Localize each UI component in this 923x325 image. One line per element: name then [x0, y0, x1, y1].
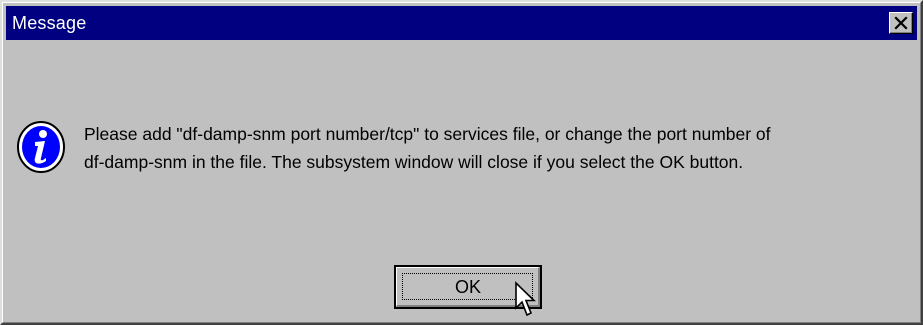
close-button[interactable] — [889, 12, 913, 34]
message-line-2: df-damp-snm in the file. The subsystem w… — [84, 152, 744, 172]
close-icon — [894, 16, 908, 30]
message-dialog: Message Please add "df-damp-snm port num… — [0, 0, 923, 325]
window-title: Message — [12, 12, 87, 33]
message-line-1: Please add "df-damp-snm port number/tcp"… — [84, 124, 771, 144]
info-icon — [17, 121, 65, 173]
mouse-cursor-icon — [515, 281, 536, 317]
message-text: Please add "df-damp-snm port number/tcp"… — [84, 114, 911, 176]
message-content: Please add "df-damp-snm port number/tcp"… — [16, 114, 911, 176]
title-bar[interactable]: Message — [6, 6, 917, 40]
